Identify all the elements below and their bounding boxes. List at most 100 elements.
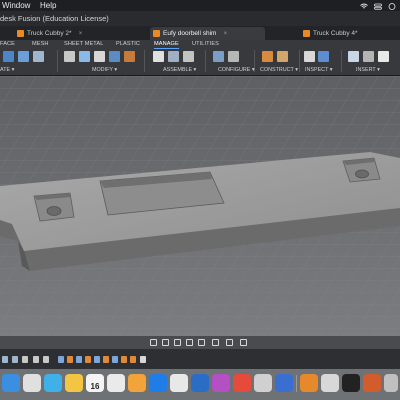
design-cube-icon <box>17 30 24 37</box>
construct-group-label[interactable]: CONSTRUCT ▾ <box>260 67 298 73</box>
insert-image-icon[interactable] <box>378 51 389 62</box>
model-canvas[interactable] <box>0 76 400 336</box>
grid-settings-icon[interactable] <box>226 339 233 346</box>
control-center-icon[interactable] <box>374 2 382 10</box>
timeline-feature-sketch[interactable] <box>94 356 100 363</box>
new-component-icon[interactable] <box>153 51 164 62</box>
fillet-icon[interactable] <box>79 51 90 62</box>
tab-truck-cubby-2[interactable]: Truck Cubby 2* × <box>14 27 124 40</box>
tab-mesh[interactable]: MESH <box>32 41 49 47</box>
user-icon[interactable] <box>388 2 396 10</box>
offset-plane-icon[interactable] <box>262 51 273 62</box>
insert-mesh-icon[interactable] <box>363 51 374 62</box>
trash-icon[interactable] <box>384 374 398 392</box>
timeline-feature-extrude[interactable] <box>67 356 73 363</box>
status-area <box>360 0 396 11</box>
unity-icon[interactable] <box>254 374 272 392</box>
timeline-feature-extrude[interactable] <box>103 356 109 363</box>
preview-icon[interactable] <box>321 374 339 392</box>
books-icon[interactable] <box>128 374 146 392</box>
app-title: desk Fusion (Education License) <box>0 14 109 23</box>
modify-group-label[interactable]: MODIFY ▾ <box>92 67 117 73</box>
safari-icon[interactable] <box>44 374 62 392</box>
separator <box>299 50 300 72</box>
menu-help[interactable]: Help <box>40 0 56 11</box>
navigation-bar <box>0 336 400 349</box>
timeline <box>0 349 400 369</box>
tab-truck-cubby-4[interactable]: Truck Cubby 4* <box>300 27 395 40</box>
design-cube-icon <box>153 30 160 37</box>
interference-icon[interactable] <box>318 51 329 62</box>
close-icon[interactable]: × <box>79 27 83 40</box>
calendar-day: 16 <box>90 382 100 391</box>
insert-group-label[interactable]: INSERT ▾ <box>356 67 380 73</box>
tab-utilities[interactable]: UTILITIES <box>192 41 219 47</box>
joint-icon[interactable] <box>168 51 179 62</box>
configure-table-icon[interactable] <box>213 51 224 62</box>
chrome-icon[interactable] <box>233 374 251 392</box>
box-icon[interactable] <box>18 51 29 62</box>
look-at-icon[interactable] <box>162 339 169 346</box>
axis-icon[interactable] <box>277 51 288 62</box>
settings-icon[interactable] <box>170 374 188 392</box>
orbit-icon[interactable] <box>150 339 157 346</box>
tab-sheet-metal[interactable]: SHEET METAL <box>64 41 103 47</box>
terminal-icon[interactable] <box>342 374 360 392</box>
timeline-feature-sketch[interactable] <box>76 356 82 363</box>
separator <box>144 50 145 72</box>
display-settings-icon[interactable] <box>212 339 219 346</box>
combine-icon[interactable] <box>124 51 135 62</box>
notes-icon[interactable] <box>107 374 125 392</box>
timeline-back-icon[interactable] <box>12 356 18 363</box>
timeline-feature-hole[interactable] <box>121 356 127 363</box>
create-group-label[interactable]: ATE ▾ <box>0 67 14 73</box>
timeline-feature-sketch[interactable] <box>112 356 118 363</box>
3d-viewport[interactable] <box>0 76 400 336</box>
press-pull-icon[interactable] <box>64 51 75 62</box>
tab-plastic[interactable]: PLASTIC <box>116 41 140 47</box>
dock: 16 <box>0 369 400 400</box>
word-icon[interactable] <box>191 374 209 392</box>
timeline-start-icon[interactable] <box>2 356 8 363</box>
timeline-forward-icon[interactable] <box>33 356 39 363</box>
timeline-feature-extrude[interactable] <box>85 356 91 363</box>
document-tab-bar: Truck Cubby 2* × Eufy doorbell shim × Tr… <box>0 26 400 40</box>
timeline-end-icon[interactable] <box>43 356 49 363</box>
timeline-feature-sketch[interactable] <box>58 356 64 363</box>
configure-rule-icon[interactable] <box>228 51 239 62</box>
as-built-joint-icon[interactable] <box>183 51 194 62</box>
editor-icon[interactable] <box>212 374 230 392</box>
pan-icon[interactable] <box>174 339 181 346</box>
tab-surface[interactable]: FACE <box>0 41 15 47</box>
sphere-icon[interactable] <box>33 51 44 62</box>
close-icon[interactable]: × <box>223 27 227 40</box>
tab-eufy-doorbell-shim[interactable]: Eufy doorbell shim × <box>150 27 265 40</box>
photos-icon[interactable] <box>65 374 83 392</box>
launchpad-icon[interactable] <box>23 374 41 392</box>
assemble-group-label[interactable]: ASSEMBLE ▾ <box>163 67 196 73</box>
timeline-feature-fillet[interactable] <box>130 356 136 363</box>
menu-bar: Window Help <box>0 0 400 11</box>
timeline-settings-icon[interactable] <box>140 356 146 363</box>
finder-icon[interactable] <box>2 374 20 392</box>
configure-group-label[interactable]: CONFIGURE ▾ <box>218 67 255 73</box>
wifi-icon[interactable] <box>360 2 368 9</box>
tab-manage[interactable]: MANAGE <box>154 41 179 49</box>
shell-icon[interactable] <box>109 51 120 62</box>
fusion-icon[interactable] <box>300 374 318 392</box>
measure-icon[interactable] <box>304 51 315 62</box>
chamfer-icon[interactable] <box>94 51 105 62</box>
prusa-slicer-icon[interactable] <box>363 374 381 392</box>
viewports-icon[interactable] <box>240 339 247 346</box>
menu-window[interactable]: Window <box>2 0 30 11</box>
vscode-icon[interactable] <box>275 374 293 392</box>
separator <box>205 50 206 72</box>
calendar-icon[interactable]: 16 <box>86 374 104 392</box>
inspect-group-label[interactable]: INSPECT ▾ <box>305 67 332 73</box>
insert-derive-icon[interactable] <box>348 51 359 62</box>
timeline-play-icon[interactable] <box>22 356 28 363</box>
fit-icon[interactable] <box>198 339 205 346</box>
app-store-icon[interactable] <box>149 374 167 392</box>
create-form-icon[interactable] <box>3 51 14 62</box>
zoom-icon[interactable] <box>186 339 193 346</box>
